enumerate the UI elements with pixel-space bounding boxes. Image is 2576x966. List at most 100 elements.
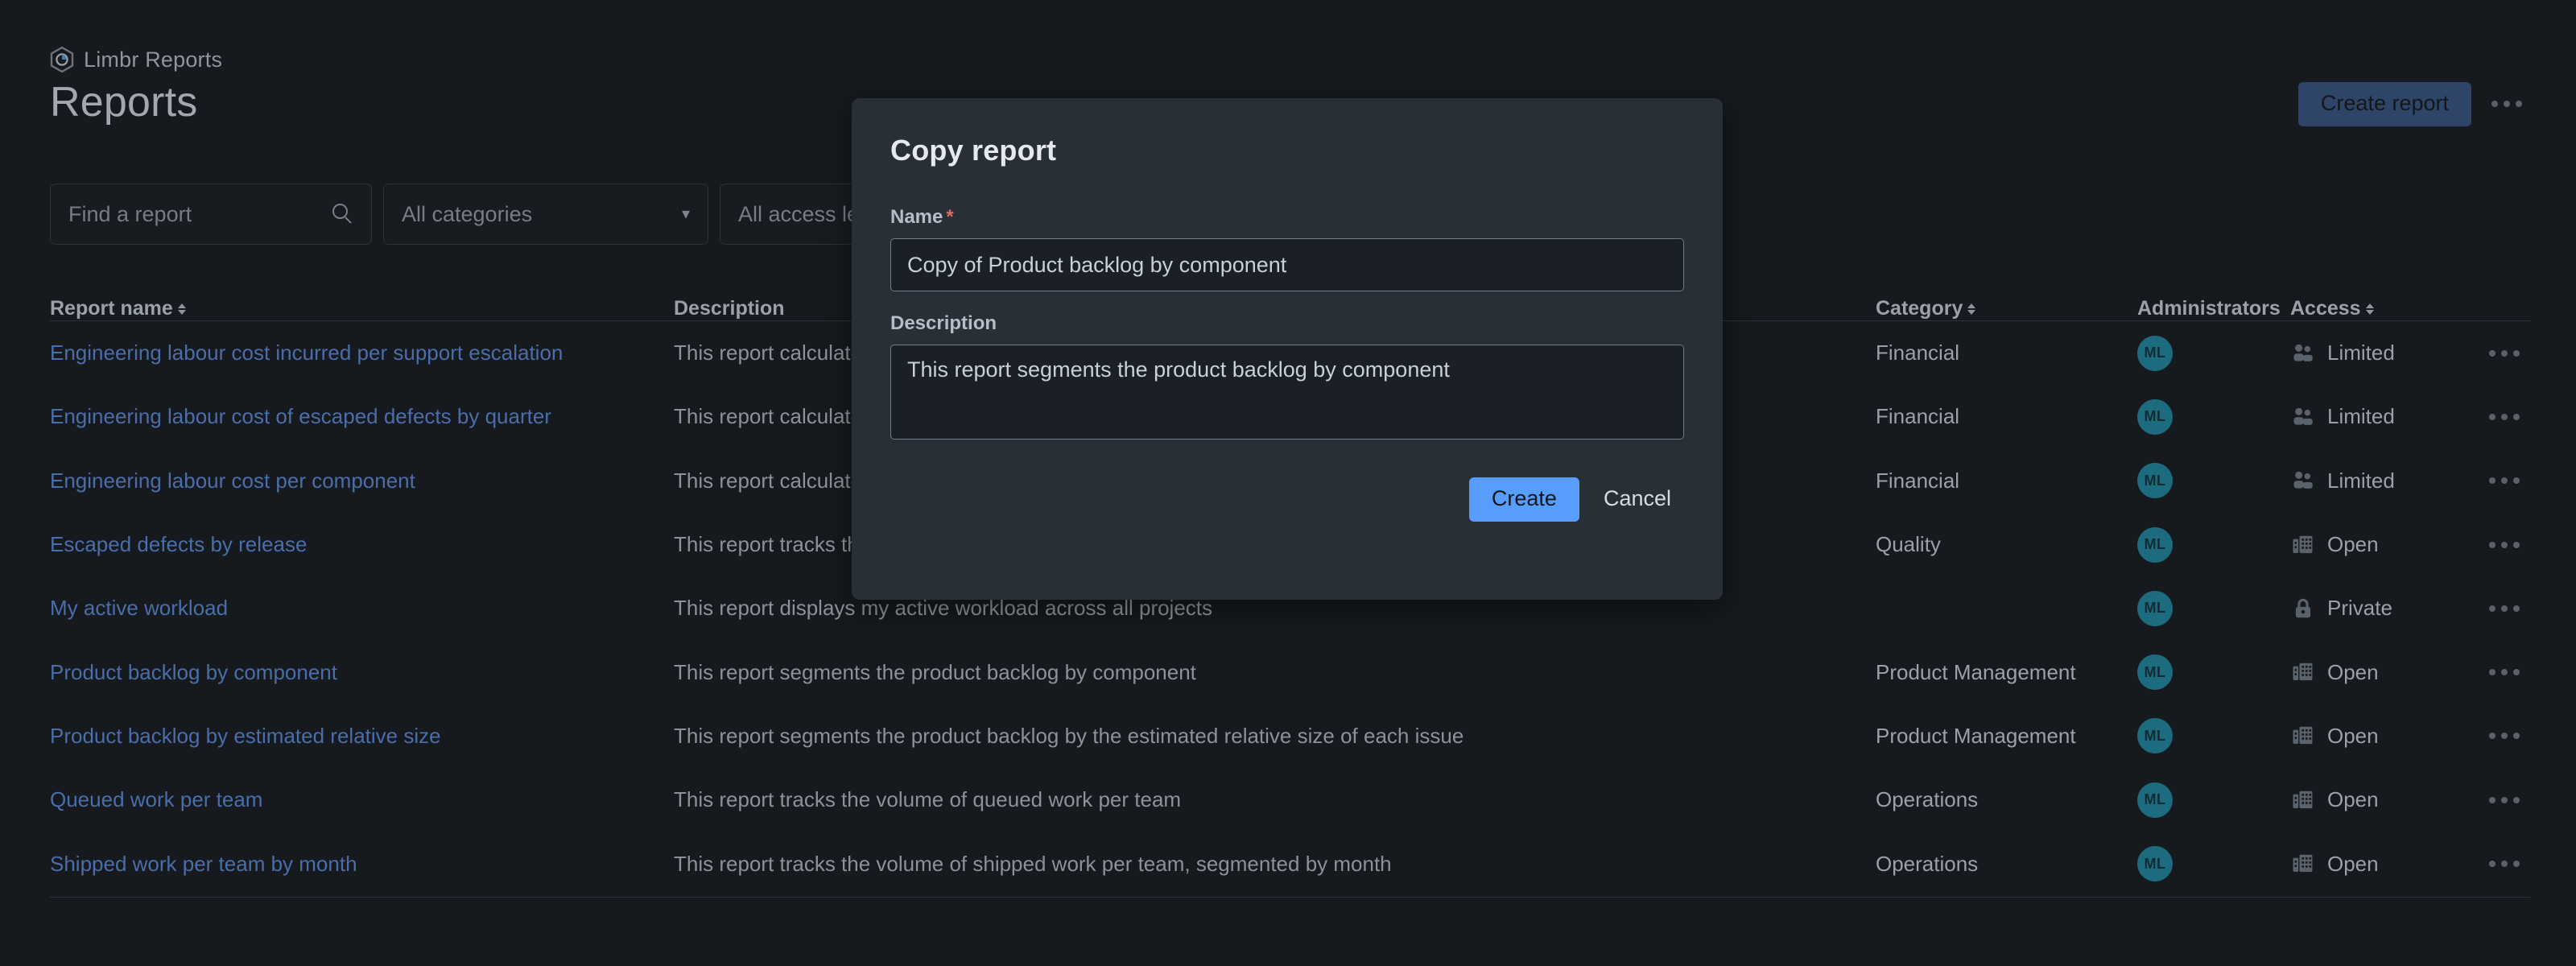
page-more-menu-button[interactable]: [2481, 79, 2533, 129]
column-header-administrators: Administrators: [2137, 297, 2281, 320]
row-more-menu-button[interactable]: [2479, 456, 2530, 506]
name-input[interactable]: [890, 238, 1684, 291]
row-more-menu-button[interactable]: [2479, 775, 2530, 825]
description-textarea[interactable]: This report segments the product backlog…: [890, 345, 1684, 440]
report-category-cell: Product Management: [1876, 659, 2076, 684]
building-icon: [2293, 535, 2313, 553]
table-row: Product backlog by component This report …: [50, 640, 2530, 704]
report-name-cell: Queued work per team: [50, 787, 674, 812]
table-bottom-border: [50, 896, 2530, 898]
cancel-button[interactable]: Cancel: [1591, 477, 1684, 522]
access-label: Open: [2327, 659, 2379, 684]
report-name-cell: Escaped defects by release: [50, 532, 674, 557]
copy-report-dialog: Copy report Name * Description This repo…: [852, 98, 1723, 600]
description-field-label: Description: [890, 312, 997, 334]
header-actions: Create report: [2297, 79, 2533, 129]
report-access-cell: Open: [2290, 787, 2450, 813]
report-name-link[interactable]: Engineering labour cost of escaped defec…: [50, 404, 551, 428]
report-description-cell: This report segments the product backlog…: [674, 659, 1196, 684]
report-category-cell: Product Management: [1876, 723, 2076, 748]
people-icon: [2293, 472, 2313, 489]
avatar[interactable]: ML: [2137, 846, 2173, 882]
building-icon: [2293, 791, 2313, 808]
column-header-report-name[interactable]: Report name: [50, 297, 674, 320]
report-administrators-cell: ML: [2137, 654, 2290, 691]
ellipsis-icon: [2489, 605, 2520, 612]
report-administrators-cell: ML: [2137, 463, 2290, 499]
access-label: Open: [2327, 851, 2379, 876]
category-filter-select[interactable]: All categories ▾: [383, 184, 708, 245]
row-more-menu-button[interactable]: [2479, 839, 2530, 889]
report-access-cell: Open: [2290, 659, 2450, 685]
row-more-menu-button[interactable]: [2479, 647, 2530, 697]
report-name-link[interactable]: Engineering labour cost incurred per sup…: [50, 341, 563, 365]
report-category-cell: Quality: [1876, 532, 1941, 557]
create-button[interactable]: Create: [1468, 477, 1579, 522]
row-actions-cell: [2450, 584, 2530, 634]
table-row: Queued work per team This report tracks t…: [50, 768, 2530, 832]
report-access-cell: Limited: [2290, 468, 2450, 493]
report-name-cell: Engineering labour cost of escaped defec…: [50, 404, 674, 429]
building-icon: [2293, 663, 2313, 681]
report-name-link[interactable]: Queued work per team: [50, 787, 262, 811]
sort-icon: [2365, 303, 2374, 315]
avatar[interactable]: ML: [2137, 654, 2173, 691]
row-more-menu-button[interactable]: [2479, 520, 2530, 570]
avatar[interactable]: ML: [2137, 526, 2173, 563]
row-more-menu-button[interactable]: [2479, 584, 2530, 634]
search-input-placeholder: Find a report: [68, 201, 192, 226]
create-report-button[interactable]: Create report: [2297, 81, 2471, 126]
row-more-menu-button[interactable]: [2479, 392, 2530, 442]
access-label: Limited: [2327, 341, 2395, 365]
brand[interactable]: Limbr Reports: [50, 47, 222, 72]
avatar[interactable]: ML: [2137, 398, 2173, 435]
report-name-cell: My active workload: [50, 596, 674, 621]
report-description-cell: This report tracks the volume of queued …: [674, 787, 1182, 812]
row-actions-cell: [2450, 456, 2530, 506]
ellipsis-icon: [2489, 541, 2520, 548]
ellipsis-icon: [2489, 669, 2520, 676]
report-access-cell: Limited: [2290, 341, 2450, 366]
report-category-cell: Financial: [1876, 468, 1960, 493]
people-icon: [2293, 407, 2313, 425]
report-administrators-cell: ML: [2137, 718, 2290, 754]
row-actions-cell: [2450, 839, 2530, 889]
report-access-cell: Open: [2290, 532, 2450, 558]
report-name-link[interactable]: Escaped defects by release: [50, 532, 307, 556]
report-name-link[interactable]: Product backlog by component: [50, 660, 337, 684]
avatar[interactable]: ML: [2137, 718, 2173, 754]
sort-icon: [1967, 303, 1976, 315]
avatar[interactable]: ML: [2137, 335, 2173, 371]
report-administrators-cell: ML: [2137, 782, 2290, 818]
report-access-cell: Open: [2290, 723, 2450, 749]
brand-name: Limbr Reports: [84, 47, 223, 72]
avatar[interactable]: ML: [2137, 782, 2173, 818]
report-administrators-cell: ML: [2137, 398, 2290, 435]
report-administrators-cell: ML: [2137, 846, 2290, 882]
avatar[interactable]: ML: [2137, 590, 2173, 626]
column-header-access[interactable]: Access: [2290, 297, 2450, 320]
lock-icon: [2295, 598, 2311, 618]
row-more-menu-button[interactable]: [2479, 328, 2530, 378]
column-header-category[interactable]: Category: [1876, 297, 2137, 320]
ellipsis-icon: [2491, 101, 2522, 107]
report-category-cell: Financial: [1876, 404, 1960, 429]
category-filter-value: All categories: [402, 201, 533, 226]
page-title: Reports: [50, 79, 198, 126]
report-name-cell: Shipped work per team by month: [50, 852, 674, 877]
access-label: Limited: [2327, 404, 2395, 429]
search-input[interactable]: Find a report: [50, 184, 372, 245]
row-more-menu-button[interactable]: [2479, 711, 2530, 761]
report-administrators-cell: ML: [2137, 335, 2290, 371]
report-name-link[interactable]: My active workload: [50, 596, 228, 620]
search-icon: [332, 204, 353, 225]
dialog-actions: Create Cancel: [890, 477, 1684, 522]
report-name-cell: Product backlog by estimated relative si…: [50, 724, 674, 749]
building-icon: [2293, 727, 2313, 745]
report-administrators-cell: ML: [2137, 526, 2290, 563]
report-name-link[interactable]: Shipped work per team by month: [50, 852, 357, 876]
access-label: Open: [2327, 532, 2379, 557]
report-name-link[interactable]: Engineering labour cost per component: [50, 469, 415, 493]
avatar[interactable]: ML: [2137, 463, 2173, 499]
report-name-link[interactable]: Product backlog by estimated relative si…: [50, 724, 441, 748]
